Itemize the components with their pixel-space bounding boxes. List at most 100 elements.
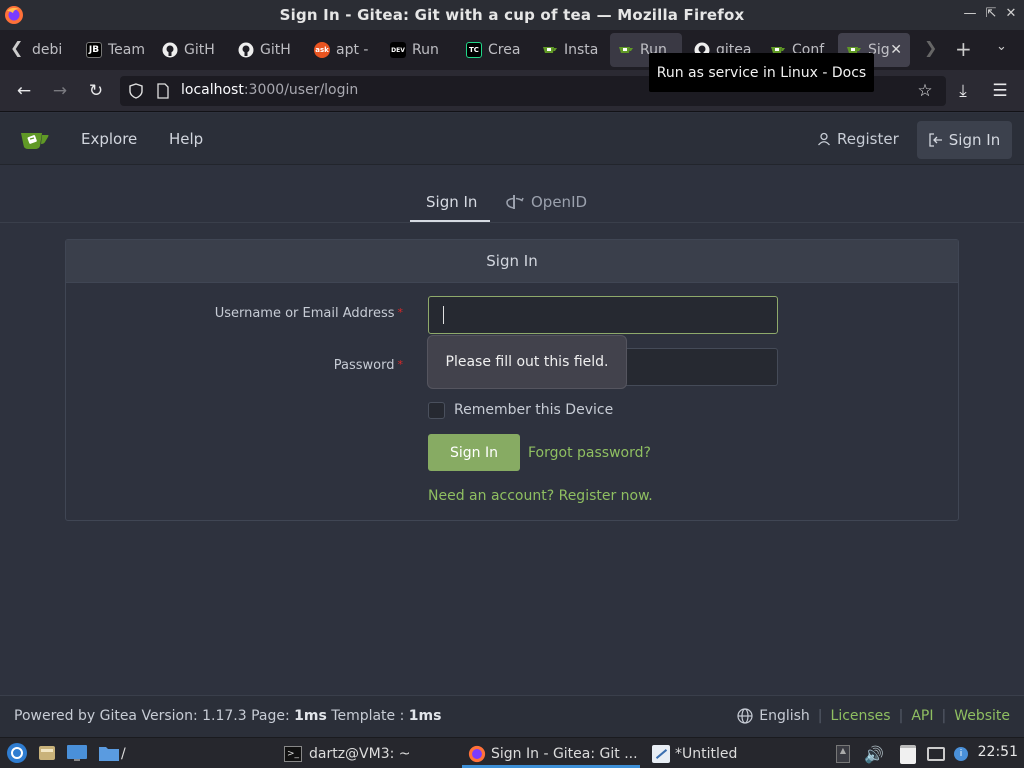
window-titlebar: Sign In - Gitea: Git with a cup of tea —…	[0, 0, 1024, 30]
required-mark: *	[397, 306, 404, 319]
taskbar-firefox-label: Sign In - Gitea: Git ...	[491, 746, 638, 762]
devto-icon: DEV	[390, 42, 406, 58]
browser-tab[interactable]: DEV Run	[382, 33, 452, 67]
terminal-icon: >_	[284, 746, 302, 762]
text-editor-icon	[652, 745, 670, 763]
tab-sign-in[interactable]: Sign In	[426, 193, 477, 211]
browser-tab[interactable]: GitH	[230, 33, 300, 67]
browser-tab[interactable]: debi	[28, 33, 72, 67]
nav-help[interactable]: Help	[169, 130, 203, 148]
github-icon	[238, 42, 254, 58]
teamcity-icon: TC	[466, 42, 482, 58]
api-link[interactable]: API	[911, 708, 933, 724]
globe-icon	[737, 708, 753, 724]
required-mark: *	[397, 358, 404, 371]
footer-template-text: Template :	[326, 708, 409, 724]
website-link[interactable]: Website	[954, 708, 1010, 724]
window-title: Sign In - Gitea: Git with a cup of tea —…	[279, 6, 745, 24]
licenses-link[interactable]: Licenses	[831, 708, 891, 724]
browser-tab[interactable]: Insta	[534, 33, 604, 67]
openid-icon	[506, 195, 524, 209]
validation-tooltip: Please fill out this field.	[427, 335, 627, 389]
login-method-tabs: Sign In OpenID	[0, 165, 1024, 223]
footer-powered-text: Powered by Gitea Version: 1.17.3 Page:	[14, 708, 295, 724]
language-selector[interactable]: English	[759, 708, 810, 724]
header-sign-in-label: Sign In	[948, 131, 1001, 149]
gitea-logo-icon[interactable]	[20, 126, 50, 152]
tab-openid-label: OpenID	[531, 193, 588, 211]
scroll-indicator-icon[interactable]: ▲	[836, 743, 850, 765]
tab-label: apt -	[336, 42, 369, 58]
clock[interactable]: 22:51	[978, 744, 1018, 760]
text-caret	[443, 306, 444, 324]
back-icon[interactable]: ←	[13, 80, 35, 102]
gitea-header: Explore Help Register Sign In	[0, 113, 1024, 165]
folder-icon[interactable]	[98, 743, 120, 763]
firefox-icon	[468, 745, 486, 763]
url-path: :3000/user/login	[243, 82, 359, 98]
forgot-password-link[interactable]: Forgot password?	[528, 445, 651, 461]
browser-tab[interactable]: GitH	[154, 33, 224, 67]
sign-in-icon	[929, 133, 942, 147]
downloads-icon[interactable]: ⤓	[952, 80, 974, 102]
footer-links: English | Licenses | API | Website	[737, 708, 1010, 724]
footer-version: Powered by Gitea Version: 1.17.3 Page: 1…	[14, 708, 441, 724]
tab-label: Team	[108, 42, 146, 58]
file-manager-icon[interactable]	[37, 743, 57, 763]
taskbar-editor[interactable]: *Untitled	[652, 743, 737, 765]
restore-icon[interactable]: ⇱	[983, 6, 999, 22]
taskbar-terminal-label: dartz@VM3: ~	[309, 746, 411, 762]
tab-label: debi	[32, 42, 63, 58]
tab-scroll-right-icon[interactable]: ❯	[924, 38, 937, 57]
bookmark-star-icon[interactable]: ☆	[914, 80, 936, 102]
tab-label: GitH	[260, 42, 291, 58]
tab-scroll-left-icon[interactable]: ❮	[10, 38, 23, 57]
url-text[interactable]: localhost:3000/user/login	[181, 82, 358, 98]
list-tabs-icon[interactable]: ⌄	[996, 39, 1007, 54]
tab-openid[interactable]: OpenID	[506, 193, 587, 211]
url-host: localhost	[181, 82, 244, 98]
browser-tab[interactable]: JB Team	[78, 33, 148, 67]
browser-tab[interactable]: ask apt -	[306, 33, 376, 67]
active-tab-indicator	[410, 220, 490, 222]
sign-in-button[interactable]: Sign In	[428, 434, 520, 471]
firefox-icon	[5, 6, 23, 24]
tab-label: Insta	[564, 42, 599, 58]
updates-icon[interactable]: i	[954, 743, 968, 765]
register-label: Register	[837, 130, 899, 148]
minimize-icon[interactable]: —	[962, 6, 978, 22]
close-window-icon[interactable]: ✕	[1003, 6, 1019, 22]
username-input[interactable]	[428, 296, 778, 334]
taskbar-firefox[interactable]: Sign In - Gitea: Git ...	[468, 743, 638, 765]
start-menu-icon[interactable]	[6, 742, 28, 764]
nav-explore[interactable]: Explore	[81, 130, 137, 148]
volume-icon[interactable]: 🔊	[864, 743, 884, 765]
folder-path[interactable]: /	[121, 743, 126, 765]
card-title: Sign In	[66, 240, 958, 283]
network-icon[interactable]	[927, 743, 945, 765]
register-link[interactable]: Register	[817, 130, 899, 148]
github-icon	[162, 42, 178, 58]
header-sign-in-button[interactable]: Sign In	[917, 121, 1012, 159]
register-now-link[interactable]: Need an account? Register now.	[428, 488, 653, 504]
user-icon	[818, 132, 830, 146]
password-label-text: Password	[333, 358, 395, 373]
browser-tab[interactable]: TC Crea	[458, 33, 528, 67]
page-icon[interactable]	[156, 83, 170, 99]
footer-separator: |	[898, 708, 904, 724]
tab-label: Run	[412, 42, 439, 58]
remember-device-checkbox[interactable]	[428, 402, 445, 419]
remember-device-label[interactable]: Remember this Device	[454, 402, 613, 418]
close-tab-icon[interactable]: ✕	[890, 42, 902, 58]
menu-icon[interactable]: ☰	[989, 80, 1011, 102]
taskbar-terminal[interactable]: >_ dartz@VM3: ~	[284, 743, 411, 765]
clipboard-icon[interactable]	[900, 743, 916, 765]
desktop-icon[interactable]	[66, 743, 88, 763]
jetbrains-icon: JB	[86, 42, 102, 58]
shield-icon[interactable]	[128, 83, 144, 99]
forward-icon[interactable]: →	[49, 80, 71, 102]
new-tab-icon[interactable]: +	[955, 37, 972, 61]
reload-icon[interactable]: ↻	[85, 80, 107, 102]
taskbar-editor-label: *Untitled	[675, 746, 738, 762]
footer-separator: |	[941, 708, 947, 724]
